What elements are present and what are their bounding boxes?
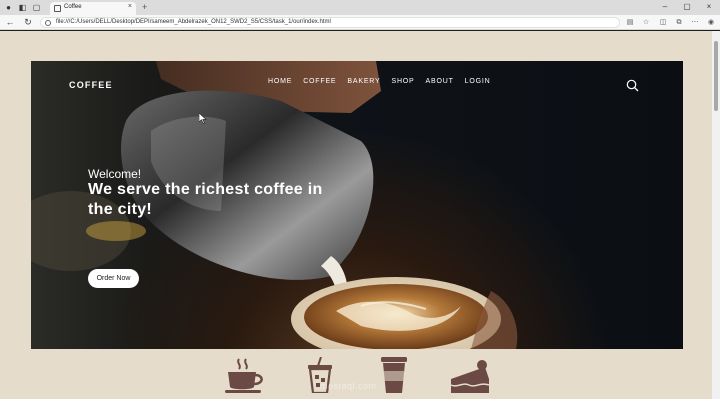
site-info-icon[interactable] <box>45 20 51 26</box>
site-logo[interactable]: COFFEE <box>69 80 113 90</box>
maximize-icon[interactable]: ▢ <box>682 2 692 11</box>
hero-banner: COFFEE HOME COFFEE BAKERY SHOP ABOUT LOG… <box>31 61 683 349</box>
nav-bakery[interactable]: BAKERY <box>347 78 380 85</box>
browser-toolbar: ← ↻ file:///C:/Users/DELL/Desktop/DEPI/s… <box>0 15 720 30</box>
page-viewport: COFFEE HOME COFFEE BAKERY SHOP ABOUT LOG… <box>0 31 712 399</box>
workspaces-icon[interactable]: ◧ <box>18 3 27 12</box>
back-icon[interactable]: ← <box>5 17 15 27</box>
nav-coffee[interactable]: COFFEE <box>303 78 336 85</box>
nav-shop[interactable]: SHOP <box>391 78 414 85</box>
nav-login[interactable]: LOGIN <box>465 78 491 85</box>
cake-slice-icon[interactable] <box>449 357 491 393</box>
split-screen-icon[interactable]: ◫ <box>659 19 667 27</box>
browser-profile-icon[interactable]: ● <box>4 3 13 12</box>
window-close-icon[interactable]: × <box>704 2 714 11</box>
new-tab-icon[interactable]: + <box>142 2 147 12</box>
page-favicon-icon <box>54 5 61 12</box>
url-text[interactable]: file:///C:/Users/DELL/Desktop/DEPI/samee… <box>56 19 331 25</box>
nav-home[interactable]: HOME <box>268 78 292 85</box>
coffee-cup-icon[interactable] <box>224 357 266 393</box>
tab-actions-icon[interactable]: ▢ <box>32 3 41 12</box>
reload-icon[interactable]: ↻ <box>23 17 33 28</box>
scrollbar-thumb[interactable] <box>714 41 718 111</box>
nav-about[interactable]: ABOUT <box>426 78 454 85</box>
order-now-button[interactable]: Order Now <box>88 269 139 288</box>
favorite-star-icon[interactable]: ☆ <box>642 19 650 27</box>
browser-tabstrip: ● ◧ ▢ Coffee × + – ▢ × <box>0 0 720 15</box>
hero-headline: We serve the richest coffee in the city! <box>88 181 323 218</box>
hero-welcome: Welcome! <box>88 167 142 181</box>
extensions-icon[interactable]: ⋯ <box>691 19 699 27</box>
copilot-icon[interactable]: ◉ <box>707 19 715 27</box>
takeaway-cup-icon[interactable] <box>380 357 408 393</box>
browser-tab[interactable]: Coffee × <box>50 2 136 15</box>
address-bar[interactable]: file:///C:/Users/DELL/Desktop/DEPI/samee… <box>40 17 620 28</box>
main-nav: HOME COFFEE BAKERY SHOP ABOUT LOGIN <box>268 78 490 85</box>
collections-icon[interactable]: ⧉ <box>675 19 683 27</box>
mouse-cursor-icon <box>199 113 207 124</box>
minimize-icon[interactable]: – <box>660 2 670 11</box>
reader-view-icon[interactable]: ▤ <box>626 19 634 27</box>
tab-title: Coffee <box>64 4 82 10</box>
page-scrollbar[interactable] <box>712 31 720 399</box>
tab-close-icon[interactable]: × <box>128 3 132 10</box>
watermark-text: mostaql.com <box>320 381 377 391</box>
search-icon[interactable] <box>626 79 639 92</box>
